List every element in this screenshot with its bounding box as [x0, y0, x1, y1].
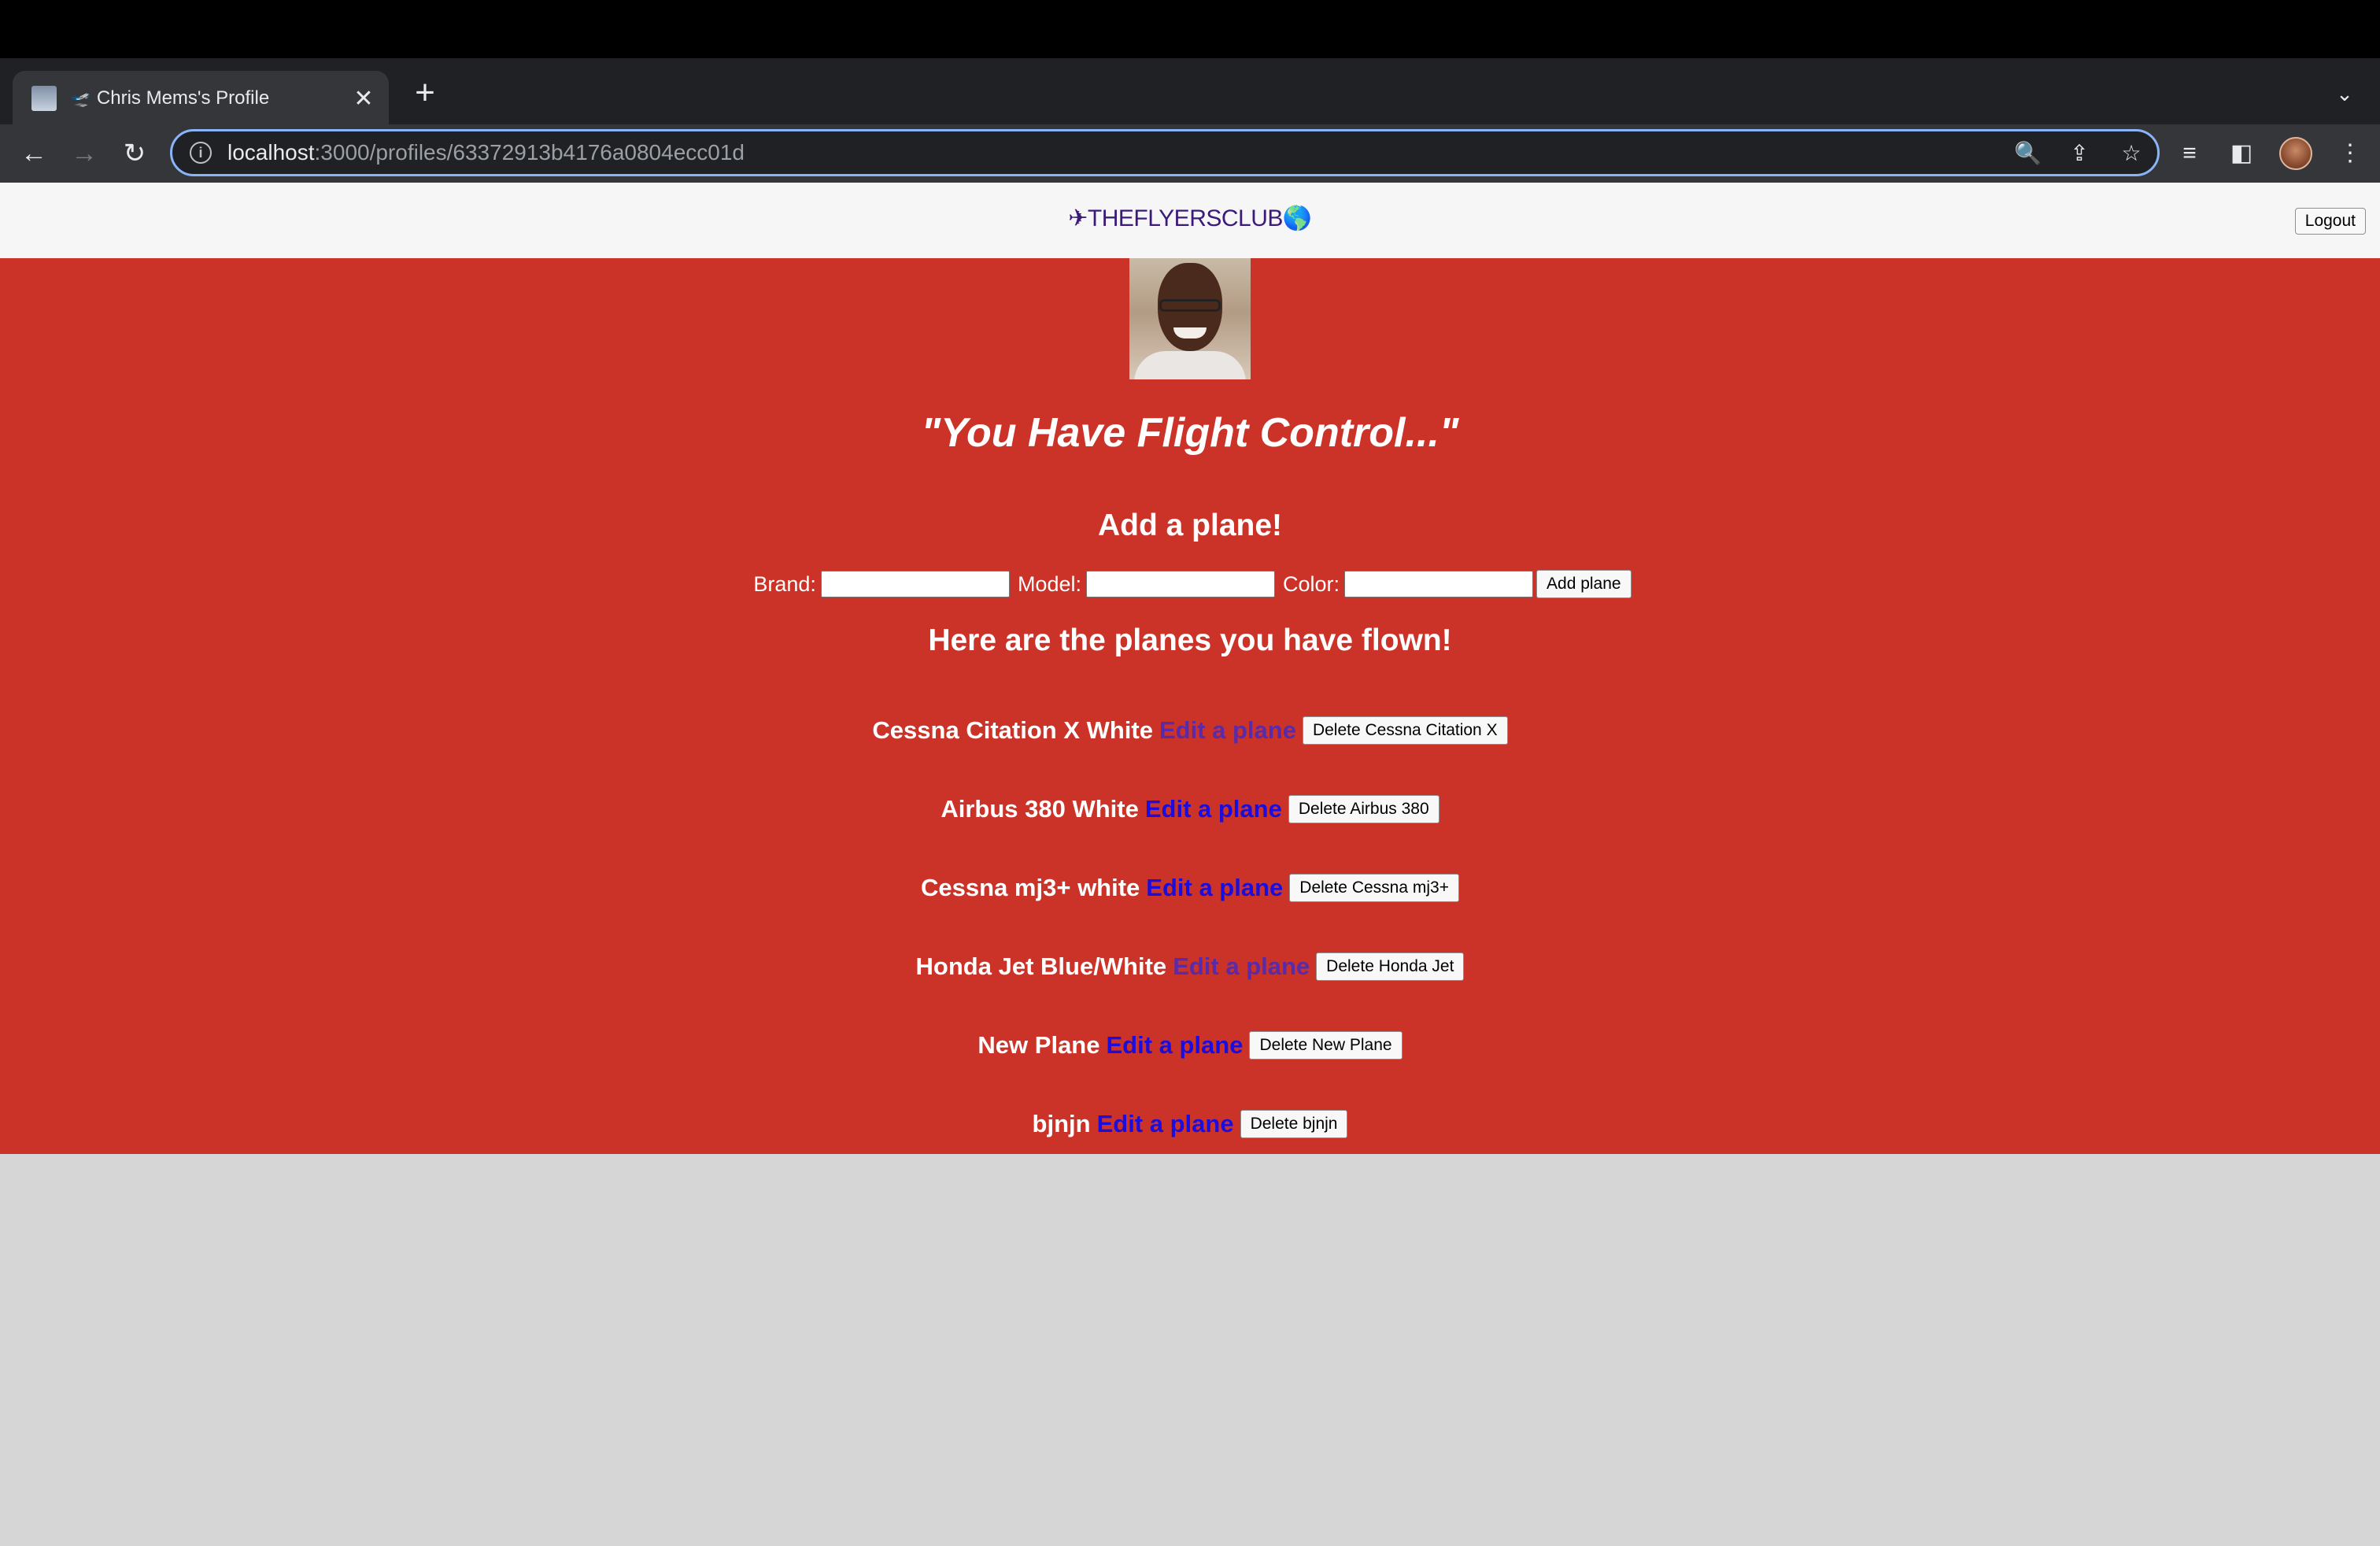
address-bar[interactable]: i localhost:3000/profiles/63372913b4176a…: [170, 129, 2160, 176]
forward-arrow-icon[interactable]: →: [65, 134, 104, 173]
edit-plane-link[interactable]: Edit a plane: [1146, 874, 1283, 902]
add-plane-button[interactable]: Add plane: [1536, 570, 1632, 598]
url-host: localhost: [227, 140, 315, 165]
profile-quote: "You Have Flight Control...": [921, 410, 1459, 456]
plane-name: Cessna Citation X White: [872, 716, 1153, 744]
brand-label: Brand:: [753, 571, 816, 596]
plane-list: Cessna Citation X White Edit a plane Del…: [0, 691, 2380, 1163]
plane-name: Cessna mj3+ white: [921, 874, 1140, 901]
page-background: [0, 1154, 2380, 1546]
plane-emoji-icon: 🛫: [71, 91, 91, 108]
profile-photo: [1129, 258, 1251, 379]
delete-plane-button[interactable]: Delete Cessna Citation X: [1302, 716, 1508, 745]
plane-item: Airbus 380 White Edit a plane Delete Air…: [0, 770, 2380, 849]
model-label: Model:: [1017, 571, 1081, 596]
color-label: Color:: [1282, 571, 1340, 596]
zoom-icon[interactable]: 🔍: [2014, 140, 2042, 167]
url-path: :3000/profiles/63372913b4176a0804ecc01d: [314, 140, 745, 165]
site-header: ✈THEFLYERSCLUB🌎 Logout: [0, 183, 2380, 258]
delete-plane-button[interactable]: Delete New Plane: [1249, 1031, 1402, 1060]
share-icon[interactable]: ⇪: [2066, 140, 2093, 167]
reload-icon[interactable]: ↻: [115, 134, 154, 173]
delete-plane-button[interactable]: Delete Honda Jet: [1316, 952, 1465, 981]
edit-plane-link[interactable]: Edit a plane: [1173, 952, 1310, 981]
plane-item: Honda Jet Blue/White Edit a plane Delete…: [0, 927, 2380, 1006]
delete-plane-button[interactable]: Delete Airbus 380: [1288, 795, 1439, 823]
delete-plane-button[interactable]: Delete Cessna mj3+: [1289, 874, 1459, 902]
profile-avatar-icon[interactable]: [2279, 137, 2312, 170]
site-brand[interactable]: ✈THEFLYERSCLUB🌎: [0, 205, 2380, 232]
profile-main: "You Have Flight Control..." Add a plane…: [0, 258, 2380, 1154]
add-plane-form: Brand: Model: Color: Add plane: [0, 570, 2380, 598]
model-input[interactable]: [1085, 571, 1275, 597]
reading-list-icon[interactable]: ≡: [2175, 139, 2204, 168]
plane-item: bjnjn Edit a plane Delete bjnjn: [0, 1085, 2380, 1163]
window-top-bar: [0, 0, 2380, 58]
plane-name: Honda Jet Blue/White: [915, 952, 1167, 980]
plane-item: Cessna mj3+ white Edit a plane Delete Ce…: [0, 849, 2380, 927]
plane-name: Airbus 380 White: [941, 795, 1139, 823]
tab-title-text: Chris Mems's Profile: [96, 87, 270, 109]
kebab-menu-icon[interactable]: ⋮: [2336, 139, 2364, 168]
add-plane-heading: Add a plane!: [1097, 509, 1283, 542]
browser-tab[interactable]: 🛫 Chris Mems's Profile ✕: [13, 71, 389, 126]
browser-toolbar: ← → ↻ i localhost:3000/profiles/63372913…: [0, 124, 2380, 183]
planes-heading: Here are the planes you have flown!: [928, 623, 1452, 657]
color-input[interactable]: [1344, 571, 1534, 597]
edit-plane-link[interactable]: Edit a plane: [1159, 716, 1296, 745]
back-arrow-icon[interactable]: ←: [14, 134, 54, 173]
logout-button[interactable]: Logout: [2294, 208, 2366, 235]
site-info-icon[interactable]: i: [190, 142, 212, 164]
plane-name: bjnjn: [1032, 1110, 1091, 1137]
bookmark-star-icon[interactable]: ☆: [2118, 140, 2145, 167]
plane-item: New Plane Edit a plane Delete New Plane: [0, 1006, 2380, 1085]
brand-input[interactable]: [820, 571, 1010, 597]
plane-name: New Plane: [978, 1031, 1100, 1059]
tab-favicon-icon: [31, 86, 57, 111]
side-panel-icon[interactable]: ◧: [2227, 139, 2256, 168]
edit-plane-link[interactable]: Edit a plane: [1097, 1110, 1234, 1138]
tab-strip: 🛫 Chris Mems's Profile ✕ + ⌄: [0, 58, 2380, 126]
edit-plane-link[interactable]: Edit a plane: [1145, 795, 1282, 823]
delete-plane-button[interactable]: Delete bjnjn: [1240, 1110, 1348, 1138]
plane-item: Cessna Citation X White Edit a plane Del…: [0, 691, 2380, 770]
close-tab-icon[interactable]: ✕: [349, 84, 378, 113]
new-tab-icon[interactable]: +: [409, 76, 441, 110]
edit-plane-link[interactable]: Edit a plane: [1106, 1031, 1243, 1060]
tab-title: 🛫 Chris Mems's Profile: [71, 87, 349, 109]
url-text[interactable]: localhost:3000/profiles/63372913b4176a08…: [227, 140, 745, 165]
tab-search-chevron-icon[interactable]: ⌄: [2333, 82, 2356, 105]
